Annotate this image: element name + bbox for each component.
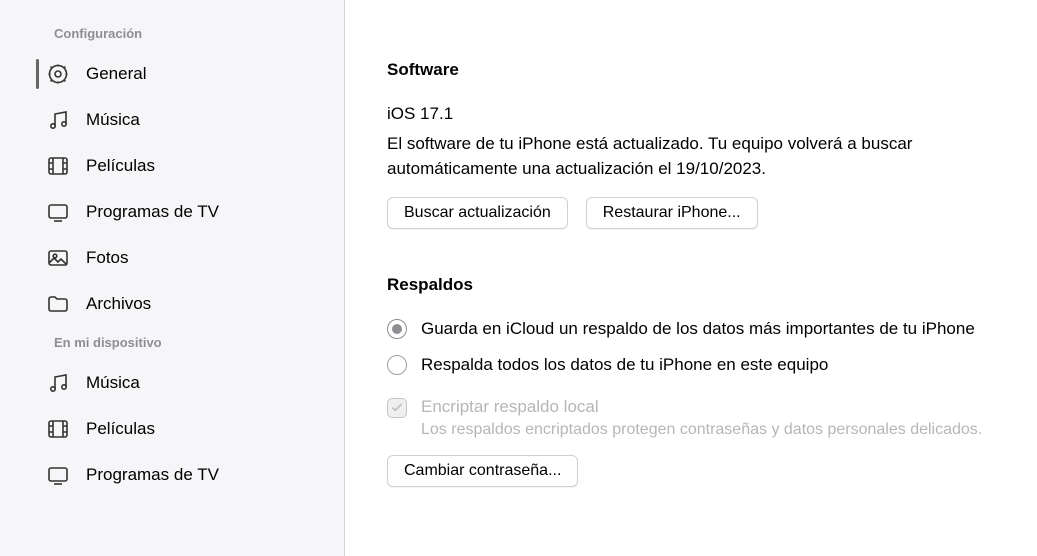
sidebar-item-device-tv[interactable]: Programas de TV bbox=[0, 452, 344, 498]
backups-heading: Respaldos bbox=[387, 275, 1003, 295]
backup-option-local[interactable]: Respalda todos los datos de tu iPhone en… bbox=[387, 355, 1003, 375]
sidebar-item-files[interactable]: Archivos bbox=[0, 281, 344, 327]
restore-iphone-button[interactable]: Restaurar iPhone... bbox=[586, 197, 758, 229]
tv-icon bbox=[44, 461, 72, 489]
change-password-button[interactable]: Cambiar contraseña... bbox=[387, 455, 578, 487]
backup-option-icloud[interactable]: Guarda en iCloud un respaldo de los dato… bbox=[387, 319, 1003, 339]
radio-icon bbox=[387, 319, 407, 339]
sidebar-item-device-movies[interactable]: Películas bbox=[0, 406, 344, 452]
sidebar: Configuración General Música bbox=[0, 0, 345, 556]
sidebar-item-general[interactable]: General bbox=[0, 51, 344, 97]
sidebar-item-music[interactable]: Música bbox=[0, 97, 344, 143]
backup-option-label: Guarda en iCloud un respaldo de los dato… bbox=[421, 319, 975, 339]
check-update-button[interactable]: Buscar actualización bbox=[387, 197, 568, 229]
photo-icon bbox=[44, 244, 72, 272]
film-icon bbox=[44, 415, 72, 443]
sidebar-item-tv[interactable]: Programas de TV bbox=[0, 189, 344, 235]
encrypt-backup-sub: Los respaldos encriptados protegen contr… bbox=[421, 421, 982, 439]
sidebar-item-label: General bbox=[86, 64, 146, 84]
sidebar-item-device-music[interactable]: Música bbox=[0, 360, 344, 406]
gear-icon bbox=[44, 60, 72, 88]
sidebar-item-label: Programas de TV bbox=[86, 202, 219, 222]
sidebar-item-label: Música bbox=[86, 373, 140, 393]
backup-option-label: Respalda todos los datos de tu iPhone en… bbox=[421, 355, 828, 375]
music-icon bbox=[44, 106, 72, 134]
tv-icon bbox=[44, 198, 72, 226]
sidebar-item-label: Archivos bbox=[86, 294, 151, 314]
sidebar-section-configuration: Configuración bbox=[0, 18, 344, 51]
sidebar-item-movies[interactable]: Películas bbox=[0, 143, 344, 189]
sidebar-item-label: Películas bbox=[86, 156, 155, 176]
music-icon bbox=[44, 369, 72, 397]
film-icon bbox=[44, 152, 72, 180]
software-buttons: Buscar actualización Restaurar iPhone... bbox=[387, 197, 1003, 229]
folder-icon bbox=[44, 290, 72, 318]
sidebar-section-device: En mi dispositivo bbox=[0, 327, 344, 360]
software-version: iOS 17.1 bbox=[387, 104, 1003, 124]
sidebar-item-label: Programas de TV bbox=[86, 465, 219, 485]
content-pane: Software iOS 17.1 El software de tu iPho… bbox=[345, 0, 1037, 556]
sidebar-item-label: Fotos bbox=[86, 248, 129, 268]
software-heading: Software bbox=[387, 60, 1003, 80]
radio-icon bbox=[387, 355, 407, 375]
sidebar-item-label: Música bbox=[86, 110, 140, 130]
encrypt-backup-row[interactable]: Encriptar respaldo local Los respaldos e… bbox=[387, 397, 1003, 439]
software-status: El software de tu iPhone está actualizad… bbox=[387, 132, 1003, 181]
sidebar-item-label: Películas bbox=[86, 419, 155, 439]
sidebar-item-photos[interactable]: Fotos bbox=[0, 235, 344, 281]
encrypt-backup-label: Encriptar respaldo local bbox=[421, 397, 982, 417]
checkbox-icon bbox=[387, 398, 407, 418]
